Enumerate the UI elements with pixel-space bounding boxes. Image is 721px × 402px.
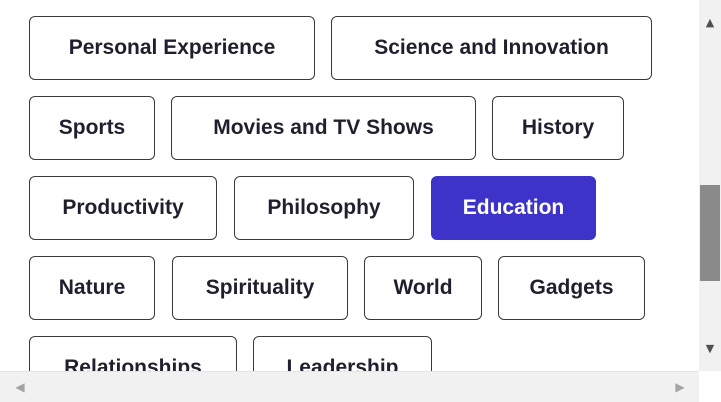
scrollbar-corner (699, 371, 721, 402)
topic-chip-sports[interactable]: Sports (29, 96, 155, 160)
topic-chip-philosophy[interactable]: Philosophy (234, 176, 414, 240)
topic-chip-relationships[interactable]: Relationships (29, 336, 237, 371)
topic-chip-gadgets[interactable]: Gadgets (498, 256, 645, 320)
scroll-right-arrow-icon[interactable]: ▶ (668, 372, 692, 402)
vertical-scroll-thumb[interactable] (700, 185, 720, 281)
horizontal-scrollbar[interactable]: ◀ ▶ (0, 371, 699, 402)
topic-chip-leadership[interactable]: Leadership (253, 336, 432, 371)
topic-chip-movies-and-tv-shows[interactable]: Movies and TV Shows (171, 96, 476, 160)
topic-chip-nature[interactable]: Nature (29, 256, 155, 320)
topic-chip-personal-experience[interactable]: Personal Experience (29, 16, 315, 80)
scroll-left-arrow-icon[interactable]: ◀ (8, 372, 32, 402)
topic-chip-productivity[interactable]: Productivity (29, 176, 217, 240)
topic-chip-education[interactable]: Education (431, 176, 596, 240)
topic-picker-panel: Personal Experience Science and Innovati… (0, 0, 721, 402)
topic-chip-science-and-innovation[interactable]: Science and Innovation (331, 16, 652, 80)
topic-chip-spirituality[interactable]: Spirituality (172, 256, 348, 320)
scroll-up-arrow-icon[interactable]: ▲ (699, 12, 721, 32)
scroll-down-arrow-icon[interactable]: ▼ (699, 338, 721, 358)
topic-chips-viewport: Personal Experience Science and Innovati… (0, 0, 699, 371)
topic-chip-history[interactable]: History (492, 96, 624, 160)
vertical-scrollbar[interactable]: ▲ ▼ (699, 0, 721, 371)
topic-chip-world[interactable]: World (364, 256, 482, 320)
